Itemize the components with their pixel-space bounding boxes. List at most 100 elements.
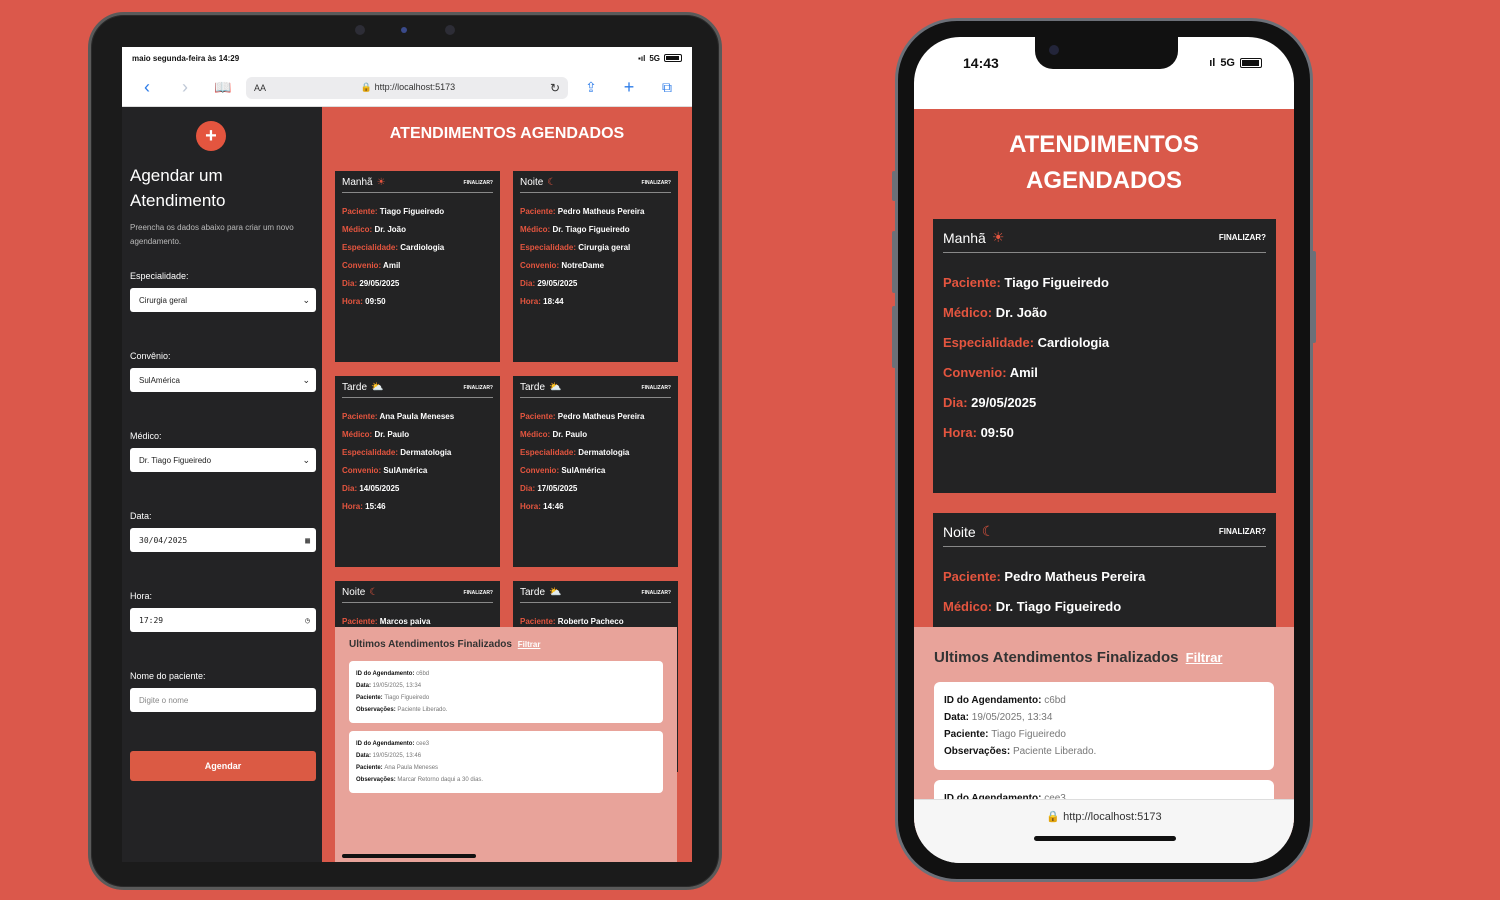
browser-toolbar: ‹ › 📖 AA 🔒 http://localhost:5173 ↻ ⇪ + ⧉ — [122, 69, 692, 107]
moon-icon: ☾ — [547, 177, 557, 188]
finalized-id: ID do Agendamento: c6bd — [944, 695, 1066, 706]
reload-icon[interactable]: ↻ — [550, 81, 560, 95]
specialty-select[interactable]: Cirurgia geral ⌄ — [130, 288, 316, 312]
finalized-paciente: Paciente: Ana Paula Meneses — [356, 765, 439, 771]
finalize-button[interactable]: FINALIZAR? — [642, 385, 671, 391]
schedule-button[interactable]: Agendar — [130, 751, 316, 781]
tablet-camera-bar — [351, 21, 461, 39]
card-especialidade: Especialidade: Cardiologia — [342, 243, 445, 252]
appointment-card: Noite ☾ FINALIZAR? Paciente: Pedro Matheus … — [513, 171, 678, 362]
address-bar[interactable]: AA 🔒 http://localhost:5173 ↻ — [246, 76, 568, 99]
finalized-card: ID do Agendamento: cee3 Data: 19/05/2025,… — [349, 731, 663, 793]
url-text: http://localhost:5173 — [1063, 811, 1162, 823]
bookmarks-icon[interactable]: 📖 — [208, 79, 238, 96]
sun-cloud-icon: ⛅ — [549, 587, 562, 598]
finalized-paciente: Paciente: Tiago Figueiredo — [356, 695, 430, 701]
notch — [1035, 37, 1178, 69]
status-time: 14:43 — [963, 55, 999, 71]
period-label: Noite — [520, 177, 544, 188]
time-label: Hora: — [130, 591, 153, 601]
period-label: Tarde — [520, 587, 546, 598]
card-paciente: Paciente: Pedro Matheus Pereira — [943, 569, 1146, 584]
finalized-data: Data: 19/05/2025, 13:34 — [356, 683, 422, 689]
finalize-button[interactable]: FINALIZAR? — [1219, 527, 1266, 536]
appointment-card: Manhã ☀ FINALIZAR? Paciente: Tiago Figueire… — [933, 219, 1276, 493]
insurance-select[interactable]: SulAmérica ⌄ — [130, 368, 316, 392]
finalized-paciente: Paciente: Tiago Figueiredo — [944, 729, 1066, 740]
appointments-panel: ATENDIMENTOS AGENDADOS Manhã ☀ FINALIZAR? P… — [322, 107, 692, 862]
card-paciente: Paciente: Ana Paula Meneses — [342, 412, 455, 421]
insurance-label: Convênio: — [130, 351, 171, 361]
battery-icon — [1240, 58, 1262, 68]
card-convenio: Convenio: NotreDame — [520, 261, 605, 270]
appointment-card: Tarde ⛅ FINALIZAR? Paciente: Pedro Matheus … — [513, 376, 678, 567]
power-button — [1312, 251, 1316, 343]
finalize-button[interactable]: FINALIZAR? — [464, 385, 493, 391]
finalize-button[interactable]: FINALIZAR? — [642, 590, 671, 596]
tabs-icon[interactable]: ⧉ — [652, 79, 682, 96]
patient-name-label: Nome do paciente: — [130, 671, 206, 681]
calendar-icon[interactable]: ▦ — [305, 536, 310, 545]
filter-link[interactable]: Filtrar — [518, 640, 541, 649]
forward-icon[interactable]: › — [170, 77, 200, 98]
finalized-panel: Ultimos Atendimentos Finalizados Filtrar… — [335, 627, 677, 862]
doctor-label: Médico: — [130, 431, 162, 441]
home-indicator — [1034, 836, 1176, 841]
url-text: http://localhost:5173 — [374, 82, 456, 92]
clock-icon[interactable]: ◷ — [305, 616, 310, 625]
address-bar[interactable]: 🔒 http://localhost:5173 — [914, 800, 1294, 823]
back-icon[interactable]: ‹ — [132, 77, 162, 98]
finalize-button[interactable]: FINALIZAR? — [1219, 233, 1266, 242]
moon-icon: ☾ — [981, 523, 995, 539]
card-medico: Médico: Dr. João — [943, 305, 1048, 320]
card-dia: Dia: 29/05/2025 — [342, 279, 400, 288]
patient-name-input[interactable]: Digite o nome — [130, 688, 316, 712]
filter-link[interactable]: Filtrar — [1186, 650, 1223, 665]
finalized-card: ID do Agendamento: c6bd Data: 19/05/2025,… — [934, 682, 1274, 770]
finalized-id: ID do Agendamento: cee3 — [356, 741, 430, 747]
card-hora: Hora: 09:50 — [943, 425, 1014, 440]
finalized-data: Data: 19/05/2025, 13:46 — [356, 753, 422, 759]
form-description: Preencha os dados abaixo para criar um n… — [130, 223, 294, 246]
lock-icon: 🔒 — [1046, 811, 1061, 823]
chevron-down-icon: ⌄ — [302, 454, 310, 465]
finalized-data: Data: 19/05/2025, 13:34 — [944, 712, 1053, 723]
card-paciente: Paciente: Tiago Figueiredo — [943, 275, 1109, 290]
sun-cloud-icon: ⛅ — [371, 382, 384, 393]
appointments-panel: ATENDIMENTOS AGENDADOS Manhã ☀ FINALIZAR? P… — [914, 109, 1294, 839]
form-title: Agendar um Atendimento — [130, 166, 226, 210]
finalize-button[interactable]: FINALIZAR? — [464, 180, 493, 186]
period-label: Noite — [943, 523, 976, 540]
card-convenio: Convenio: Amil — [342, 261, 401, 270]
status-bar: maio segunda-feira às 14:29 ▪ıl 5G — [122, 47, 692, 69]
doctor-select[interactable]: Dr. Tiago Figueiredo ⌄ — [130, 448, 316, 472]
browser-bottom-bar: 🔒 http://localhost:5173 — [914, 799, 1294, 863]
period-label: Tarde — [520, 382, 546, 393]
reader-aa-button[interactable]: AA — [254, 83, 266, 93]
network-label: 5G — [649, 53, 660, 63]
date-input[interactable]: 30/04/2025 ▦ — [130, 528, 316, 552]
mute-switch — [892, 171, 896, 201]
status-time: maio segunda-feira às 14:29 — [132, 53, 240, 63]
new-tab-icon[interactable]: + — [614, 77, 644, 98]
period-label: Manhã — [943, 229, 986, 246]
finalized-card: ID do Agendamento: c6bd Data: 19/05/2025,… — [349, 661, 663, 723]
card-medico: Médico: Dr. Tiago Figueiredo — [943, 599, 1122, 614]
finalized-id: ID do Agendamento: c6bd — [356, 671, 430, 677]
card-hora: Hora: 14:46 — [520, 502, 564, 511]
finalize-button[interactable]: FINALIZAR? — [464, 590, 493, 596]
finalize-button[interactable]: FINALIZAR? — [642, 180, 671, 186]
time-input[interactable]: 17:29 ◷ — [130, 608, 316, 632]
card-medico: Médico: Dr. Paulo — [520, 430, 588, 439]
finalized-observacoes: Observações: Marcar Retorno daqui a 30 d… — [356, 777, 484, 783]
phone-device: 14:43 ıl 5G ATENDIMENTOS AGENDADOS Manhã… — [892, 18, 1316, 882]
card-hora: Hora: 09:50 — [342, 297, 386, 306]
card-medico: Médico: Dr. João — [342, 225, 407, 234]
finalized-title: Ultimos Atendimentos Finalizados — [934, 649, 1179, 666]
chevron-down-icon: ⌄ — [302, 374, 310, 385]
share-icon[interactable]: ⇪ — [576, 79, 606, 96]
tablet-screen: maio segunda-feira às 14:29 ▪ıl 5G ‹ › 📖… — [122, 47, 692, 862]
card-hora: Hora: 15:46 — [342, 502, 386, 511]
sidebar: + Agendar um Atendimento Preencha os dad… — [122, 107, 322, 862]
sun-cloud-icon: ⛅ — [549, 382, 562, 393]
